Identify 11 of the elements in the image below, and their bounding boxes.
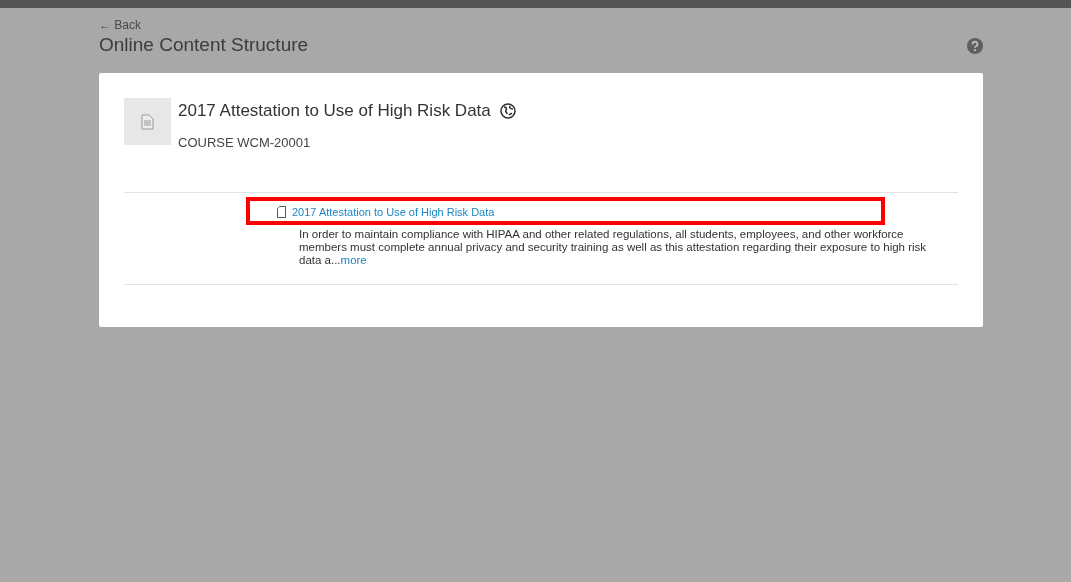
help-icon[interactable] [967, 38, 983, 54]
more-link[interactable]: more [340, 254, 367, 266]
course-title: 2017 Attestation to Use of High Risk Data [178, 101, 491, 121]
course-code: COURSE WCM-20001 [178, 135, 312, 150]
document-icon [141, 113, 154, 130]
item-description: In order to maintain compliance with HIPAA and other related regulations, all students, employees, and other workforce members must complete annual privacy and security training as well as this attestation regarding their exposure to high risk data a...more [299, 228, 928, 267]
page-icon [277, 206, 286, 218]
back-link[interactable]: ← Back [99, 18, 141, 32]
item-link[interactable]: 2017 Attestation to Use of High Risk Data [292, 206, 495, 218]
globe-icon [499, 103, 516, 119]
page-title: Online Content Structure [99, 34, 309, 56]
